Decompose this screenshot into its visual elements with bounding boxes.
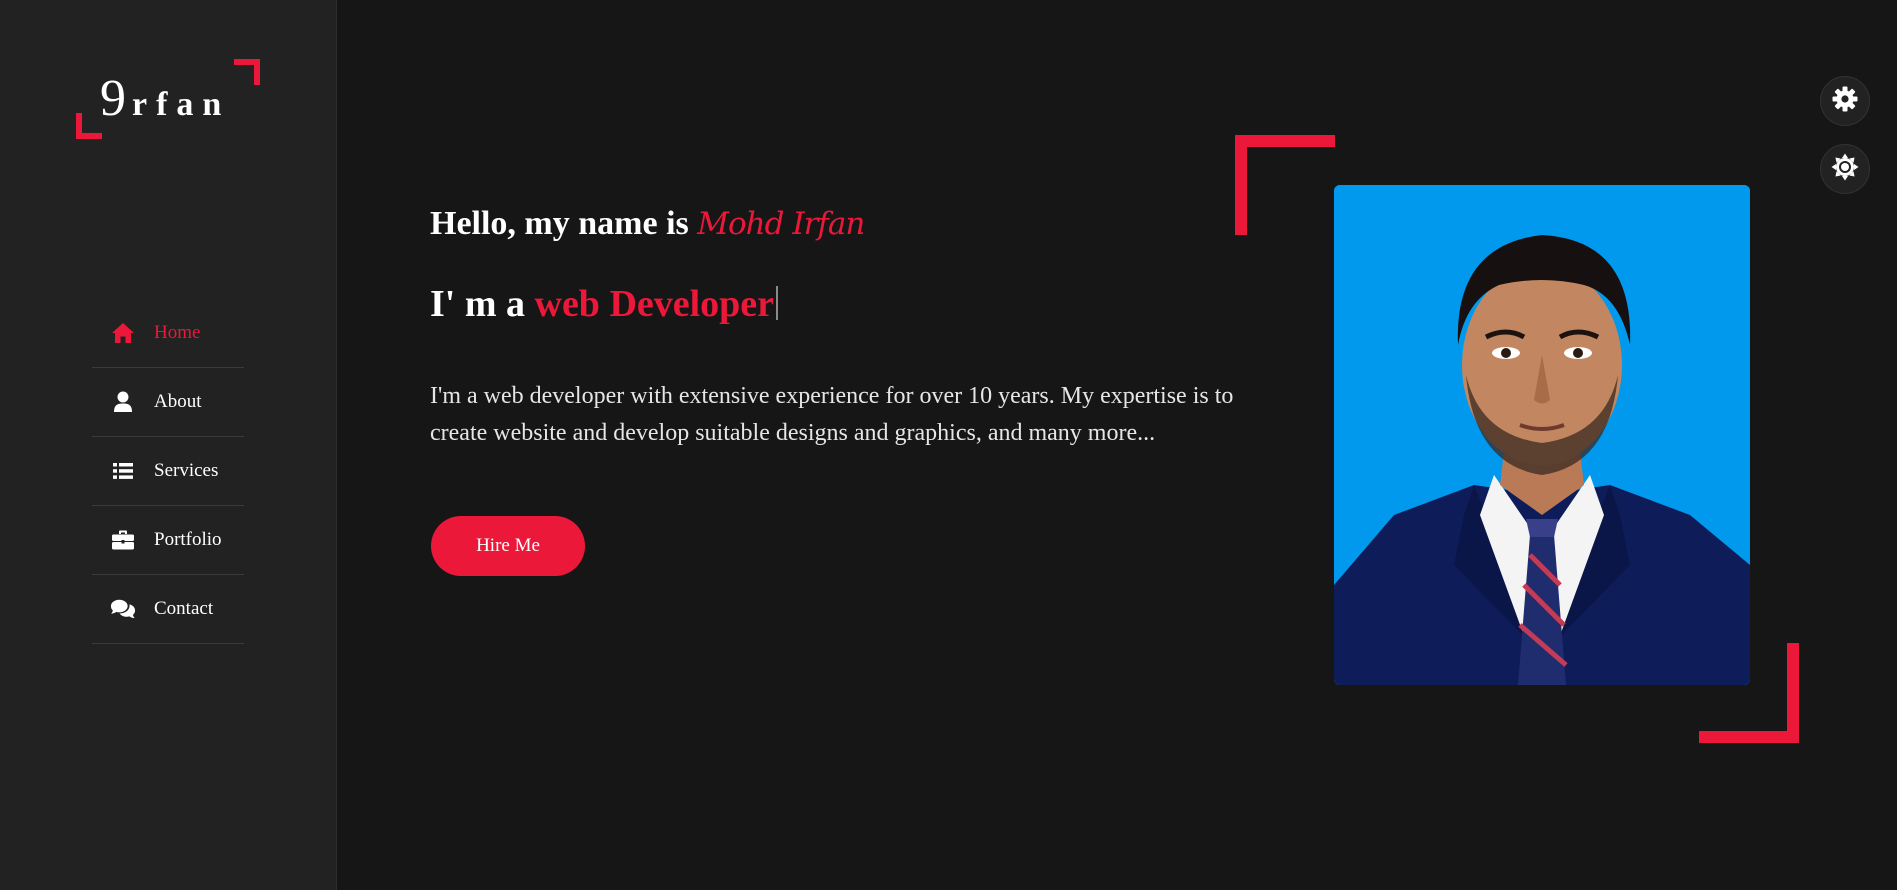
user-icon bbox=[110, 389, 136, 415]
list-icon bbox=[110, 458, 136, 484]
photo-frame-corner-top-left bbox=[1235, 135, 1335, 235]
logo-rest: rfan bbox=[132, 86, 231, 123]
nav-item-portfolio[interactable]: Portfolio bbox=[92, 506, 244, 575]
nav-label-home: Home bbox=[154, 322, 201, 343]
logo[interactable]: 9rfan bbox=[76, 59, 260, 139]
hire-me-button[interactable]: Hire Me bbox=[431, 516, 585, 576]
typing-cursor bbox=[776, 286, 779, 320]
nav-label-portfolio: Portfolio bbox=[154, 529, 222, 550]
greeting-text: Hello, my name is bbox=[430, 205, 689, 242]
logo-first-letter: 9 bbox=[100, 70, 132, 127]
nav-label-contact: Contact bbox=[154, 598, 214, 619]
nav-label-services: Services bbox=[154, 460, 219, 481]
logo-text: 9rfan bbox=[100, 69, 230, 128]
nav-item-services[interactable]: Services bbox=[92, 437, 244, 506]
main-nav: Home About Services Portfolio Contact bbox=[92, 299, 244, 644]
theme-toggle-button[interactable] bbox=[1820, 144, 1870, 194]
role-typed-text: web Developer bbox=[534, 283, 775, 325]
nav-item-home[interactable]: Home bbox=[92, 299, 244, 368]
logo-corner-top-right bbox=[234, 59, 260, 85]
briefcase-icon bbox=[110, 527, 136, 553]
comments-icon bbox=[110, 596, 136, 622]
home-icon bbox=[110, 320, 136, 346]
role-heading: I' m a web Developer bbox=[430, 282, 779, 326]
gear-icon bbox=[1832, 86, 1858, 117]
logo-corner-bottom-left bbox=[76, 113, 102, 139]
intro-paragraph: I'm a web developer with extensive exper… bbox=[430, 383, 1234, 446]
greeting-heading: Hello, my name is Mohd Irfan bbox=[430, 205, 865, 243]
profile-photo bbox=[1334, 185, 1750, 685]
nav-item-contact[interactable]: Contact bbox=[92, 575, 244, 644]
nav-item-about[interactable]: About bbox=[92, 368, 244, 437]
style-switcher-button[interactable] bbox=[1820, 76, 1870, 126]
nav-label-about: About bbox=[154, 391, 202, 412]
photo-frame-corner-bottom-right bbox=[1699, 643, 1799, 743]
role-prefix: I' m a bbox=[430, 283, 525, 325]
sun-icon bbox=[1831, 153, 1859, 186]
sidebar: 9rfan Home About Services Portfolio Cont… bbox=[0, 0, 337, 890]
owner-name: Mohd Irfan bbox=[697, 206, 865, 242]
